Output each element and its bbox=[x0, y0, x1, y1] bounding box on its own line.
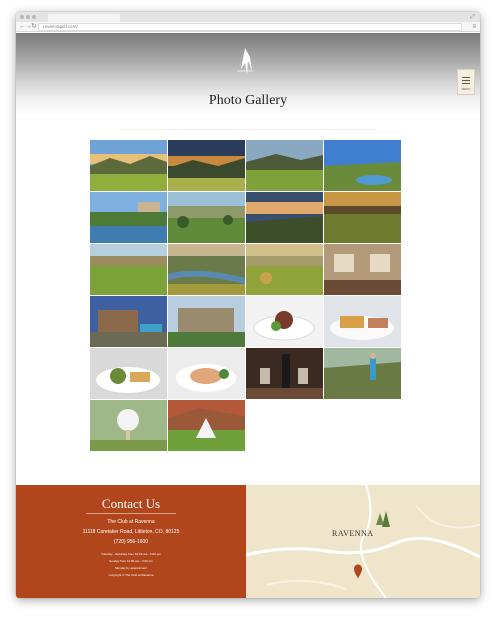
gallery-photo-13[interactable] bbox=[90, 296, 167, 347]
browser-window: ⤢ ← → ↻ ravennagolf.com/ ≡ Photo Gallery… bbox=[16, 12, 480, 598]
minimize-window-icon[interactable] bbox=[26, 15, 30, 19]
contact-section: Contact Us The Club at Ravenna 11118 Car… bbox=[16, 485, 246, 598]
gallery-photo-7[interactable] bbox=[246, 192, 323, 243]
gallery-photo-5[interactable] bbox=[90, 192, 167, 243]
title-bar: ⤢ bbox=[16, 12, 480, 22]
club-address[interactable]: 11118 Caretaker Road, Littleton, CO, 801… bbox=[16, 529, 246, 535]
gallery-photo-12[interactable] bbox=[324, 244, 401, 295]
gallery-photo-3[interactable] bbox=[246, 140, 323, 191]
ravenna-logo-icon[interactable] bbox=[232, 47, 258, 77]
gallery-photo-22[interactable] bbox=[168, 400, 245, 451]
club-phone[interactable]: (720) 956-1600 bbox=[16, 539, 246, 545]
gallery-photo-17[interactable] bbox=[90, 348, 167, 399]
location-map[interactable]: RAVENNA bbox=[246, 485, 480, 598]
browser-menu-icon[interactable]: ≡ bbox=[472, 23, 476, 31]
gallery-photo-19[interactable] bbox=[246, 348, 323, 399]
hamburger-icon-bar bbox=[462, 80, 470, 81]
gallery-photo-11[interactable] bbox=[246, 244, 323, 295]
copyright-text: Copyright © The Club at Ravenna bbox=[108, 573, 154, 577]
contact-divider bbox=[86, 513, 176, 514]
gallery-photo-15[interactable] bbox=[246, 296, 323, 347]
hours-line-3: Monday by appointment bbox=[114, 566, 148, 570]
contact-heading: Contact Us bbox=[101, 496, 161, 511]
gallery-photo-9[interactable] bbox=[90, 244, 167, 295]
gallery-photo-20[interactable] bbox=[324, 348, 401, 399]
page-title: Photo Gallery bbox=[208, 93, 288, 108]
page-viewport: Photo Gallery MENU Contact Us The Club a… bbox=[16, 33, 480, 598]
gallery-photo-16[interactable] bbox=[324, 296, 401, 347]
gallery-photo-18[interactable] bbox=[168, 348, 245, 399]
title-divider bbox=[120, 129, 376, 130]
club-name: The Club at Ravenna bbox=[107, 519, 155, 525]
gallery-photo-14[interactable] bbox=[168, 296, 245, 347]
hamburger-icon-bar bbox=[462, 83, 470, 84]
gallery-photo-10[interactable] bbox=[168, 244, 245, 295]
hamburger-icon bbox=[462, 77, 470, 78]
hours-line-2: Sunday from 11:00 am - 3:00 pm bbox=[109, 559, 153, 563]
gallery-photo-8[interactable] bbox=[324, 192, 401, 243]
url-input[interactable]: ravennagolf.com/ bbox=[38, 23, 462, 31]
fullscreen-icon[interactable]: ⤢ bbox=[470, 14, 475, 20]
gallery-photo-1[interactable] bbox=[90, 140, 167, 191]
menu-button[interactable]: MENU bbox=[457, 69, 475, 95]
menu-label: MENU bbox=[461, 87, 471, 91]
gallery-photo-4[interactable] bbox=[324, 140, 401, 191]
map-roads bbox=[246, 485, 480, 598]
hours-line-1: Tuesday - Saturday from 10:00 am - 5:00 … bbox=[101, 552, 161, 556]
map-label: RAVENNA bbox=[332, 529, 374, 538]
close-window-icon[interactable] bbox=[20, 15, 24, 19]
page-header: Photo Gallery MENU bbox=[16, 33, 480, 127]
reload-icon[interactable]: ↻ bbox=[31, 23, 37, 31]
maximize-window-icon[interactable] bbox=[32, 15, 36, 19]
gallery-photo-6[interactable] bbox=[168, 192, 245, 243]
browser-tab[interactable] bbox=[48, 14, 120, 22]
gallery-photo-2[interactable] bbox=[168, 140, 245, 191]
gallery-photo-21[interactable] bbox=[90, 400, 167, 451]
address-bar: ← → ↻ ravennagolf.com/ ≡ bbox=[16, 22, 480, 32]
